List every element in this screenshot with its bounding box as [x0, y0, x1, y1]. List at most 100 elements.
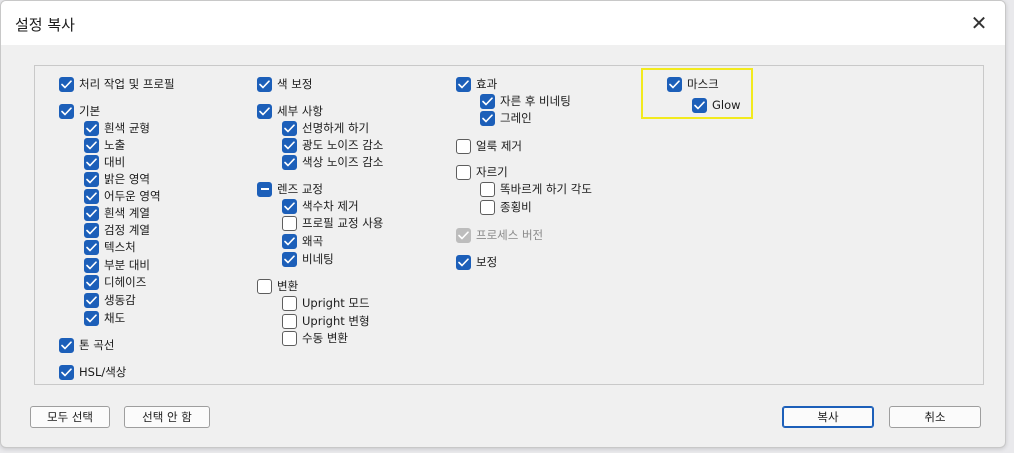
checkbox-box[interactable]	[456, 138, 471, 154]
checkbox-box[interactable]	[480, 93, 495, 109]
checkbox-box[interactable]	[282, 295, 297, 311]
checkbox-sharpening[interactable]: 선명하게 하기	[282, 120, 369, 136]
checkbox-post-crop-vignette[interactable]: 자른 후 비네팅	[480, 93, 571, 109]
checkbox-box[interactable]	[282, 313, 297, 329]
checkbox-upright-transform[interactable]: Upright 변형	[282, 313, 370, 329]
checkbox-remove-ca[interactable]: 색수차 제거	[282, 198, 359, 214]
checkbox-profile-corrections[interactable]: 프로필 교정 사용	[282, 215, 383, 231]
checkbox-dehaze[interactable]: 디헤이즈	[84, 274, 146, 290]
checkbox-vibrance[interactable]: 생동감	[84, 292, 136, 308]
checkbox-label: 똑바르게 하기 각도	[500, 182, 592, 196]
checkbox-box[interactable]	[84, 171, 99, 187]
checkbox-manual-transform[interactable]: 수동 변환	[282, 330, 348, 346]
checkbox-aspect-ratio[interactable]: 종횡비	[480, 199, 532, 215]
checkbox-clarity[interactable]: 부분 대비	[84, 257, 150, 273]
copy-button[interactable]: 복사	[782, 406, 874, 428]
checkbox-box[interactable]	[84, 292, 99, 308]
checkbox-box[interactable]	[84, 154, 99, 170]
checkbox-color-noise[interactable]: 색상 노이즈 감소	[282, 154, 383, 170]
checkbox-box[interactable]	[59, 103, 74, 119]
checkbox-box[interactable]	[84, 257, 99, 273]
checkbox-box[interactable]	[282, 120, 297, 136]
checkbox-label: 검정 계열	[104, 223, 150, 237]
title-bar: 설정 복사 ✕	[1, 1, 1005, 45]
checkbox-box[interactable]	[282, 154, 297, 170]
checkbox-lens-corrections[interactable]: 렌즈 교정	[257, 181, 323, 197]
checkbox-box[interactable]	[282, 137, 297, 153]
checkbox-box[interactable]	[257, 181, 272, 197]
cancel-button[interactable]: 취소	[889, 406, 981, 428]
checkbox-box[interactable]	[84, 310, 99, 326]
checkbox-vignetting[interactable]: 비네팅	[282, 251, 334, 267]
checkbox-label: 밝은 영역	[104, 172, 150, 186]
checkbox-box[interactable]	[59, 364, 74, 380]
checkbox-crop[interactable]: 자르기	[456, 164, 508, 180]
checkbox-label: 비네팅	[302, 252, 334, 266]
checkbox-label: 자르기	[476, 165, 508, 179]
checkbox-white-balance[interactable]: 흰색 균형	[84, 120, 150, 136]
checkbox-calibration[interactable]: 보정	[456, 254, 497, 270]
checkbox-box[interactable]	[84, 137, 99, 153]
checkbox-box[interactable]	[282, 330, 297, 346]
checkbox-label: 생동감	[104, 293, 136, 307]
checkbox-saturation[interactable]: 채도	[84, 310, 125, 326]
checkbox-transform[interactable]: 변환	[257, 278, 298, 294]
checkbox-shadows[interactable]: 어두운 영역	[84, 188, 161, 204]
checkbox-box[interactable]	[59, 337, 74, 353]
checkbox-label: 노출	[104, 138, 126, 152]
checkbox-label: 효과	[476, 77, 498, 91]
select-none-button[interactable]: 선택 안 함	[124, 406, 210, 428]
checkbox-box[interactable]	[456, 254, 471, 270]
checkbox-label: 부분 대비	[104, 258, 150, 272]
checkbox-box[interactable]	[282, 198, 297, 214]
checkbox-effects[interactable]: 효과	[456, 76, 497, 92]
checkbox-box[interactable]	[480, 181, 495, 197]
checkbox-highlights[interactable]: 밝은 영역	[84, 171, 150, 187]
checkbox-spot-removal[interactable]: 얼룩 제거	[456, 138, 522, 154]
checkbox-blacks[interactable]: 검정 계열	[84, 222, 150, 238]
checkbox-box[interactable]	[84, 239, 99, 255]
checkbox-texture[interactable]: 텍스처	[84, 239, 136, 255]
checkbox-box[interactable]	[84, 274, 99, 290]
checkbox-label: 디헤이즈	[104, 275, 147, 289]
checkbox-box[interactable]	[456, 76, 471, 92]
checkbox-box[interactable]	[84, 120, 99, 136]
checkbox-distortion[interactable]: 왜곡	[282, 233, 323, 249]
checkbox-hsl[interactable]: HSL/색상	[59, 364, 126, 380]
checkbox-label: 톤 곡선	[79, 338, 115, 352]
checkbox-label: 텍스처	[104, 240, 136, 254]
checkbox-box[interactable]	[456, 164, 471, 180]
close-button[interactable]: ✕	[965, 12, 993, 36]
checkbox-box[interactable]	[480, 110, 495, 126]
checkbox-label: 렌즈 교정	[277, 182, 323, 196]
checkbox-box[interactable]	[84, 222, 99, 238]
checkbox-detail[interactable]: 세부 사항	[257, 103, 323, 119]
checkbox-whites[interactable]: 흰색 계열	[84, 205, 150, 221]
select-all-button[interactable]: 모두 선택	[30, 406, 110, 428]
checkbox-basic[interactable]: 기본	[59, 103, 100, 119]
checkbox-processing[interactable]: 처리 작업 및 프로필	[59, 76, 175, 92]
checkbox-label: 수동 변환	[302, 331, 348, 345]
checkbox-box[interactable]	[59, 76, 74, 92]
checkbox-box[interactable]	[84, 188, 99, 204]
checkbox-box[interactable]	[257, 278, 272, 294]
checkbox-label: 선명하게 하기	[302, 121, 370, 135]
checkbox-color-grading[interactable]: 색 보정	[257, 76, 312, 92]
checkbox-label: Upright 모드	[302, 296, 370, 310]
checkbox-box[interactable]	[480, 199, 495, 215]
checkbox-grain[interactable]: 그레인	[480, 110, 532, 126]
checkbox-contrast[interactable]: 대비	[84, 154, 125, 170]
checkbox-exposure[interactable]: 노출	[84, 137, 125, 153]
checkbox-box[interactable]	[257, 76, 272, 92]
checkbox-box[interactable]	[282, 251, 297, 267]
checkbox-upright-mode[interactable]: Upright 모드	[282, 295, 370, 311]
checkbox-box[interactable]	[282, 233, 297, 249]
checkbox-straighten-angle[interactable]: 똑바르게 하기 각도	[480, 181, 592, 197]
checkbox-label: 자른 후 비네팅	[500, 94, 571, 108]
checkbox-label: 왜곡	[302, 234, 324, 248]
checkbox-box[interactable]	[257, 103, 272, 119]
checkbox-box[interactable]	[84, 205, 99, 221]
checkbox-luminance-noise[interactable]: 광도 노이즈 감소	[282, 137, 383, 153]
checkbox-tone-curve[interactable]: 톤 곡선	[59, 337, 114, 353]
checkbox-box[interactable]	[282, 215, 297, 231]
